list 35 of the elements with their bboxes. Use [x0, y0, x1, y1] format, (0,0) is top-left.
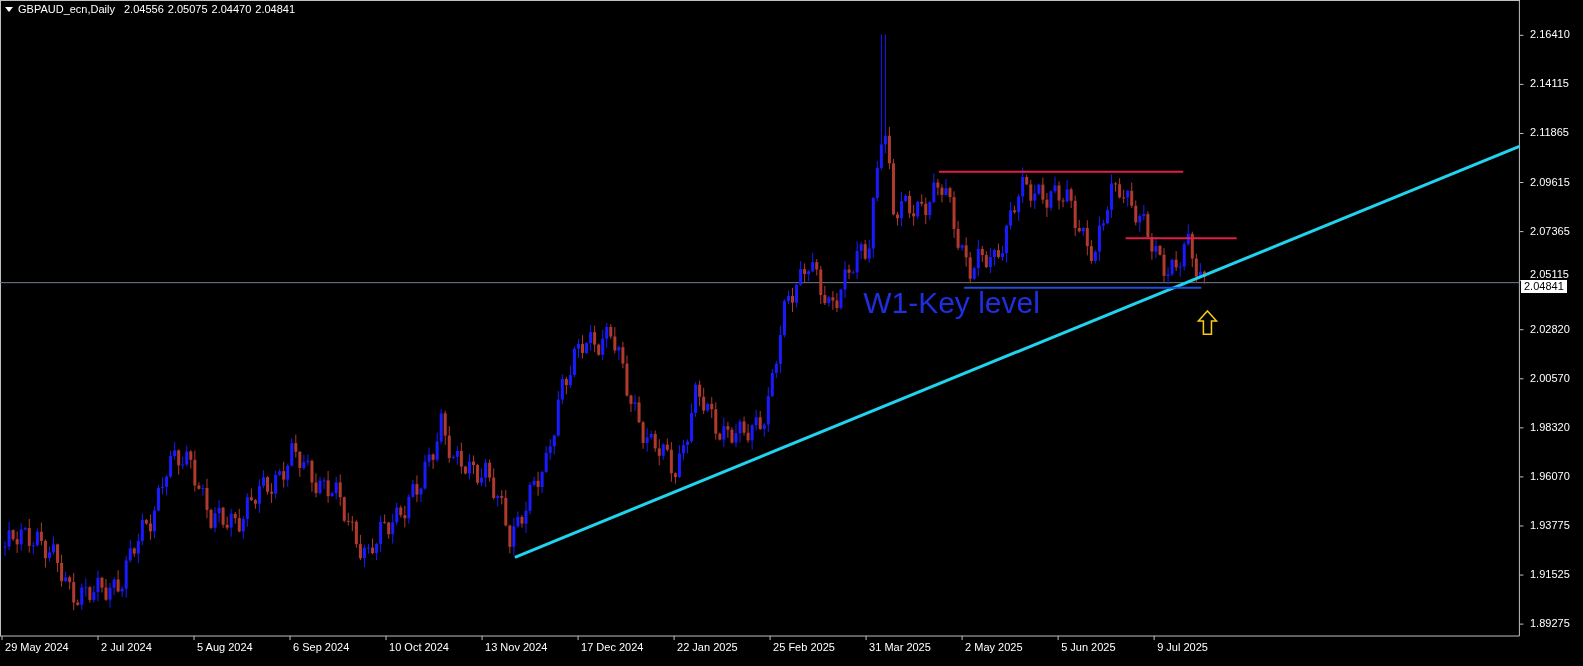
current-price-tag: 2.04841: [1521, 279, 1567, 293]
price-axis-label: 2.14115: [1530, 78, 1569, 90]
ohlc-value: 2.04470: [211, 4, 252, 15]
date-axis-label: 25 Feb 2025: [773, 642, 835, 653]
price-axis-label: 2.09615: [1530, 176, 1570, 188]
date-axis-label: 6 Sep 2024: [293, 642, 350, 653]
chart-annotation: W1-Key level: [863, 287, 1040, 318]
ohlc-value: 2.05075: [167, 4, 208, 15]
date-axis-label: 5 Aug 2024: [197, 642, 253, 653]
price-axis-label: 1.91525: [1530, 569, 1570, 581]
symbol-title: GBPAUD_ecn,Daily: [18, 4, 115, 15]
ohlc-value: 2.04841: [255, 4, 296, 15]
price-axis-label: 1.98320: [1530, 421, 1570, 433]
price-axis-label: 2.11865: [1530, 127, 1569, 139]
price-axis-label: 1.93775: [1530, 519, 1570, 531]
price-axis-label: 1.96070: [1530, 470, 1570, 482]
date-axis-label: 29 May 2024: [5, 642, 69, 653]
date-axis-label: 5 Jun 2025: [1061, 642, 1116, 653]
price-axis-label: 2.02820: [1530, 323, 1570, 335]
up-arrow-icon: [1196, 309, 1219, 335]
date-axis-label: 13 Nov 2024: [485, 642, 548, 653]
date-axis-label: 31 Mar 2025: [869, 642, 931, 653]
date-axis-label: 10 Oct 2024: [389, 642, 449, 653]
ohlc-value: 2.04556: [124, 4, 164, 15]
date-axis-label: 9 Jul 2025: [1157, 642, 1208, 653]
dropdown-triangle-icon[interactable]: [5, 7, 13, 12]
price-axis-label: 2.07365: [1530, 225, 1570, 237]
price-axis-label: 2.05115: [1530, 268, 1569, 280]
price-axis-label: 2.00570: [1530, 372, 1570, 384]
price-axis-label: 1.89275: [1530, 618, 1570, 630]
date-axis-label: 17 Dec 2024: [581, 642, 644, 653]
date-axis-label: 22 Jan 2025: [677, 642, 738, 653]
date-axis-label: 2 Jul 2024: [101, 642, 152, 653]
price-axis-label: 2.16410: [1530, 29, 1570, 41]
date-axis-label: 2 May 2025: [965, 642, 1023, 653]
